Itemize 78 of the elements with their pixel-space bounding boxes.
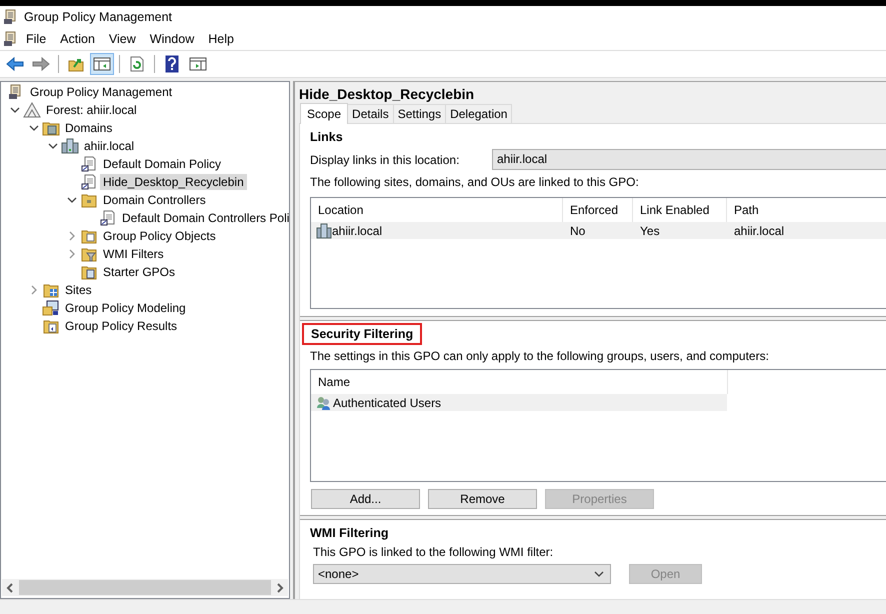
help-icon [165,55,179,73]
field-label: Display links in this location: [310,152,460,166]
table-cell: ahiir.local [734,224,784,238]
building-icon [316,222,332,238]
tab[interactable]: Delegation [445,104,512,123]
tree-item[interactable]: Group Policy Results [62,318,180,334]
tree-item[interactable]: Domains [62,120,116,136]
triangle-icon [23,102,41,118]
section-heading: WMI Filtering [310,526,388,540]
pane-toggle-button[interactable] [90,53,114,75]
folder-icon [80,228,98,244]
tree-item[interactable]: Hide_Desktop_Recyclebin [100,174,247,190]
forward-arrow-icon [32,56,50,72]
location-field[interactable]: ahiir.local [492,149,886,170]
window-title: Group Policy Management [24,10,172,24]
column-header[interactable]: Path [727,198,886,222]
table-cell: ahiir.local [332,224,382,238]
building-icon [61,138,79,154]
tree-item[interactable]: WMI Filters [100,246,167,262]
menu-item[interactable]: Window [144,32,204,46]
action-button[interactable]: Remove [428,489,537,509]
collapse-chevron-icon[interactable] [67,197,77,203]
menu-item[interactable]: Action [55,32,104,46]
section-heading: Security Filtering [302,323,422,345]
scroll-right-icon[interactable] [275,582,284,592]
horizontal-scrollbar[interactable] [2,579,288,596]
expand-chevron-icon[interactable] [69,249,75,259]
gpo-title: Hide_Desktop_Recyclebin [298,85,476,104]
tree-item[interactable]: Forest: ahiir.local [43,102,140,118]
expand-chevron-icon[interactable] [31,285,37,295]
tree-item[interactable]: Default Domain Controllers Poli [119,210,292,226]
table-row[interactable]: Authenticated Users [311,394,727,411]
tab[interactable]: Settings [392,104,446,123]
table-row[interactable]: ahiir.local No Yes ahiir.local [311,222,886,239]
collapse-chevron-icon[interactable] [29,125,39,131]
table-cell: Yes [640,224,660,238]
tree-item[interactable]: Starter GPOs [100,264,178,280]
section-heading: Links [310,130,343,144]
folder-icon [42,282,60,298]
document-icon [80,174,98,190]
folder-icon [80,246,98,262]
folder-up-icon [68,56,84,72]
wmi-filter-dropdown[interactable]: <none> [313,564,611,584]
folder-icon [42,120,60,136]
pane-toggle-icon [189,57,207,71]
expand-chevron-icon[interactable] [69,231,75,241]
tree-item[interactable]: Group Policy Management [27,84,176,100]
tree-item[interactable]: Group Policy Modeling [62,300,189,316]
tree-item[interactable]: Domain Controllers [100,192,209,208]
tab[interactable]: Scope [300,103,348,124]
scroll-left-icon[interactable] [6,582,15,592]
users-icon [316,394,332,410]
action-button[interactable]: Add... [311,489,420,509]
folder-icon [80,192,98,208]
folder-icon [80,264,98,280]
menu-item[interactable]: File [21,32,56,46]
back-arrow-icon [6,56,24,72]
document-icon [99,210,117,226]
folder-icon [42,318,60,334]
document-icon [80,156,98,172]
collapse-chevron-icon[interactable] [48,143,58,149]
tree-item[interactable]: ahiir.local [81,138,138,154]
tree-item[interactable]: Sites [62,282,95,298]
column-header[interactable]: Name [311,370,727,394]
pane-toggle-icon [93,57,111,71]
description-text: The following sites, domains, and OUs are linked to this GPO: [310,175,640,189]
tree-item[interactable]: Default Domain Policy [100,156,224,172]
description-text: This GPO is linked to the following WMI filter: [313,545,554,559]
refresh-icon [130,56,144,72]
collapse-chevron-icon[interactable] [10,107,20,113]
table-cell: No [570,224,586,238]
table-cell: Authenticated Users [333,396,442,410]
menu-item[interactable]: Help [203,32,243,46]
computer-icon [42,300,60,316]
tree-item[interactable]: Group Policy Objects [100,228,219,244]
description-text: The settings in this GPO can only apply to the following groups, users, and computers: [310,349,770,363]
dropdown-caret-icon [594,571,604,577]
menu-item[interactable]: View [104,32,145,46]
